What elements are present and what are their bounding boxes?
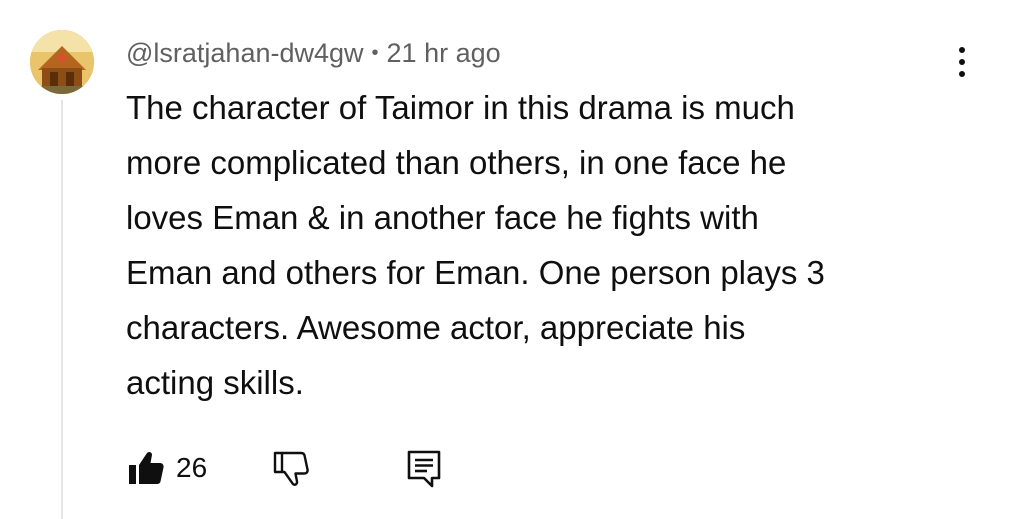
comment-thread: @lsratjahan-dw4gw • 21 hr ago The charac… xyxy=(0,0,1024,519)
like-count: 26 xyxy=(176,452,208,483)
author-handle[interactable]: @lsratjahan-dw4gw xyxy=(126,38,364,69)
reply-button[interactable] xyxy=(404,448,444,490)
comment-timestamp[interactable]: 21 hr ago xyxy=(387,38,501,69)
more-dot xyxy=(959,47,965,53)
comment-reply-icon xyxy=(407,450,441,488)
more-dot xyxy=(959,59,965,65)
comment-header: @lsratjahan-dw4gw • 21 hr ago xyxy=(126,36,501,70)
dislike-button[interactable] xyxy=(272,449,312,489)
header-separator: • xyxy=(371,41,379,64)
more-dot xyxy=(959,71,965,77)
comment-text: The character of Taimor in this drama is… xyxy=(126,89,825,401)
thumbs-up-icon xyxy=(129,451,164,484)
thread-line xyxy=(61,100,63,519)
comment-actions: 26 xyxy=(126,442,486,492)
more-options-button[interactable] xyxy=(944,40,980,84)
avatar-image xyxy=(30,30,94,94)
avatar[interactable] xyxy=(30,30,94,94)
thumbs-down-icon xyxy=(273,451,309,486)
like-button[interactable] xyxy=(126,448,166,488)
